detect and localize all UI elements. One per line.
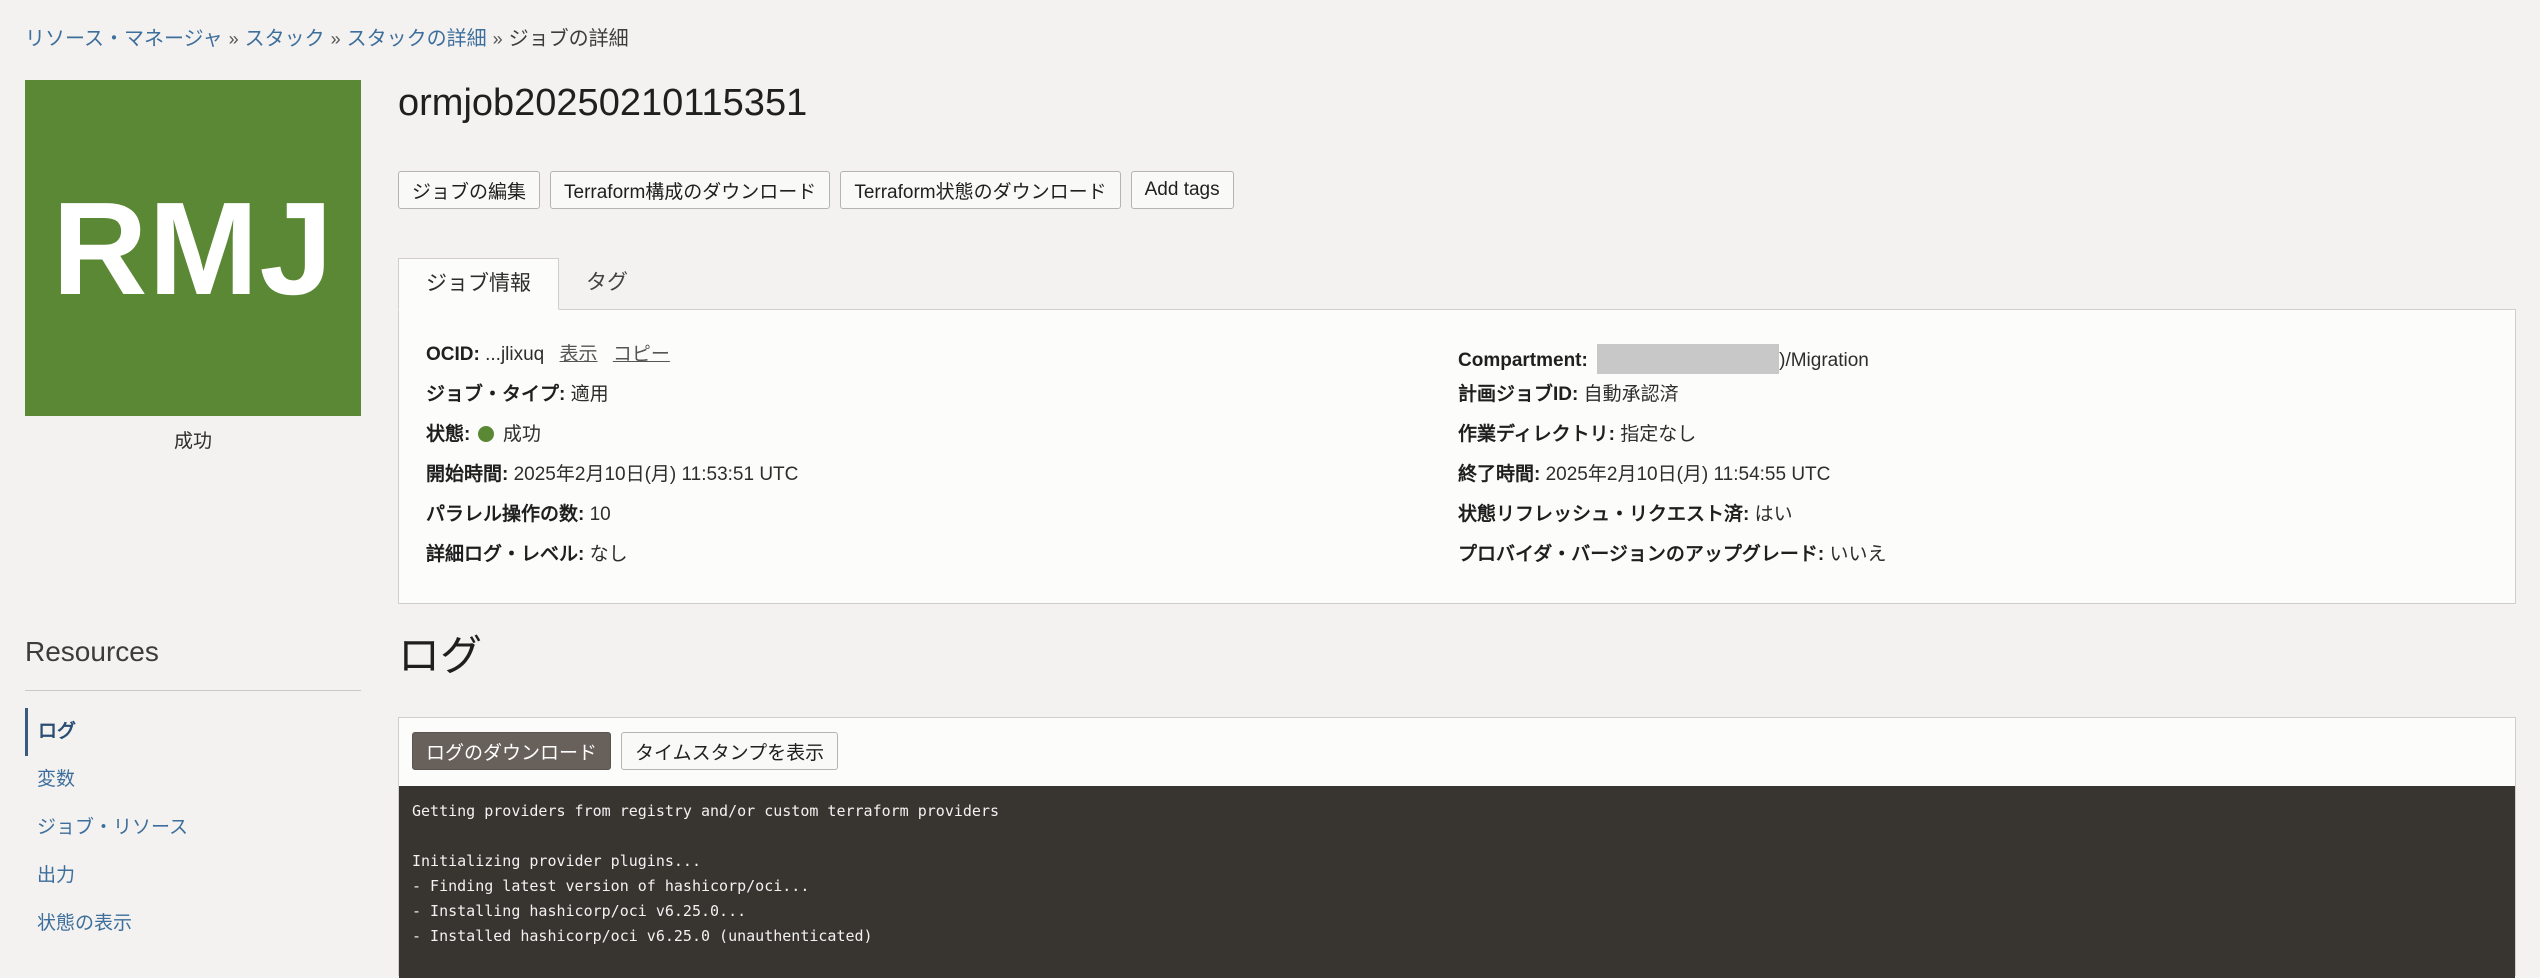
ocid-label: OCID: <box>426 344 480 365</box>
job-logo-text: RMJ <box>52 174 334 322</box>
job-info-panel: OCID: ...jlixuq 表示 コピー ジョブ・タイプ: 適用 状態: 成… <box>398 309 2516 604</box>
breadcrumb: リソース・マネージャ» スタック» スタックの詳細» ジョブの詳細 <box>25 26 629 52</box>
log-level-value: なし <box>589 544 628 565</box>
log-output[interactable]: Getting providers from registry and/or c… <box>399 786 2515 978</box>
plan-job-id-value: 自動承認済 <box>1583 384 1679 405</box>
state-value: 成功 <box>502 424 541 445</box>
job-info-left-column: OCID: ...jlixuq 表示 コピー ジョブ・タイプ: 適用 状態: 成… <box>426 344 798 584</box>
resources-item-variables[interactable]: 変数 <box>25 756 361 804</box>
breadcrumb-separator: » <box>492 29 503 49</box>
start-time-value: 2025年2月10日(月) 11:53:51 UTC <box>513 464 799 485</box>
info-row-parallelism: パラレル操作の数: 10 <box>426 504 798 544</box>
info-row-end-time: 終了時間: 2025年2月10日(月) 11:54:55 UTC <box>1458 464 1887 504</box>
job-info-right-column: Compartment: )/Migration 計画ジョブID: 自動承認済 … <box>1458 344 1887 584</box>
download-terraform-state-button[interactable]: Terraform状態のダウンロード <box>840 171 1121 209</box>
ocid-value: ...jlixuq <box>485 344 545 365</box>
breadcrumb-separator: » <box>330 29 341 49</box>
compartment-value: )/Migration <box>1779 350 1869 371</box>
state-label: 状態: <box>426 424 471 445</box>
logs-toolbar: ログのダウンロード タイムスタンプを表示 <box>412 732 839 770</box>
parallelism-label: パラレル操作の数: <box>426 504 585 525</box>
status-dot-icon <box>477 426 494 442</box>
logs-section-title: ログ <box>398 632 483 679</box>
log-line: - Finding latest version of hashicorp/oc… <box>412 877 810 895</box>
redacted-block <box>1597 344 1780 374</box>
info-row-start-time: 開始時間: 2025年2月10日(月) 11:53:51 UTC <box>426 464 798 504</box>
resources-item-outputs[interactable]: 出力 <box>25 852 361 900</box>
download-terraform-config-button[interactable]: Terraform構成のダウンロード <box>550 171 831 209</box>
info-row-provider-upgrade: プロバイダ・バージョンのアップグレード: いいえ <box>1458 544 1887 584</box>
info-row-log-level: 詳細ログ・レベル: なし <box>426 544 798 584</box>
info-row-plan-job-id: 計画ジョブID: 自動承認済 <box>1458 384 1887 424</box>
edit-job-button[interactable]: ジョブの編集 <box>398 171 541 209</box>
parallelism-value: 10 <box>589 504 611 525</box>
info-row-working-directory: 作業ディレクトリ: 指定なし <box>1458 424 1887 464</box>
info-row-job-type: ジョブ・タイプ: 適用 <box>426 384 798 424</box>
breadcrumb-stack-details[interactable]: スタックの詳細 <box>347 28 487 50</box>
log-line: Initializing provider plugins... <box>412 852 701 870</box>
log-line: - Installing hashicorp/oci v6.25.0... <box>412 902 747 920</box>
resources-item-job-resources[interactable]: ジョブ・リソース <box>25 804 361 852</box>
start-time-label: 開始時間: <box>426 464 509 485</box>
plan-job-id-label: 計画ジョブID: <box>1458 384 1579 405</box>
resources-item-logs[interactable]: ログ <box>25 708 361 756</box>
resources-title: Resources <box>25 636 159 667</box>
job-logo-tile: RMJ <box>25 80 361 416</box>
log-line: - Installed hashicorp/oci v6.25.0 (unaut… <box>412 927 873 945</box>
detail-tabs: ジョブ情報 タグ <box>398 258 655 310</box>
refresh-requested-value: はい <box>1754 504 1793 525</box>
log-level-label: 詳細ログ・レベル: <box>426 544 585 565</box>
info-row-refresh-requested: 状態リフレッシュ・リクエスト済: はい <box>1458 504 1887 544</box>
resources-nav: ログ 変数 ジョブ・リソース 出力 状態の表示 <box>25 708 361 948</box>
info-row-state: 状態: 成功 <box>426 424 798 464</box>
resources-divider <box>25 690 361 691</box>
download-logs-button[interactable]: ログのダウンロード <box>412 732 612 770</box>
provider-upgrade-label: プロバイダ・バージョンのアップグレード: <box>1458 544 1825 565</box>
info-row-compartment: Compartment: )/Migration <box>1458 344 1887 384</box>
resources-item-view-state[interactable]: 状態の表示 <box>25 900 361 948</box>
ocid-show-link[interactable]: 表示 <box>560 344 598 365</box>
info-row-ocid: OCID: ...jlixuq 表示 コピー <box>426 344 798 384</box>
end-time-label: 終了時間: <box>1458 464 1541 485</box>
working-directory-label: 作業ディレクトリ: <box>1458 424 1615 445</box>
refresh-requested-label: 状態リフレッシュ・リクエスト済: <box>1458 504 1750 525</box>
breadcrumb-separator: » <box>228 29 239 49</box>
compartment-label: Compartment: <box>1458 350 1588 371</box>
breadcrumb-resource-manager[interactable]: リソース・マネージャ <box>25 28 223 50</box>
log-line: Getting providers from registry and/or c… <box>412 802 999 820</box>
tab-tags[interactable]: タグ <box>559 258 655 310</box>
ocid-copy-link[interactable]: コピー <box>613 344 670 365</box>
logs-panel: ログのダウンロード タイムスタンプを表示 Getting providers f… <box>398 717 2516 978</box>
job-status-caption: 成功 <box>173 431 212 452</box>
provider-upgrade-value: いいえ <box>1829 544 1887 565</box>
job-type-label: ジョブ・タイプ: <box>426 384 566 405</box>
job-type-value: 適用 <box>570 384 609 405</box>
add-tags-button[interactable]: Add tags <box>1130 171 1234 209</box>
tab-job-information[interactable]: ジョブ情報 <box>398 258 559 310</box>
page-title: ormjob20250210115351 <box>398 82 808 124</box>
working-directory-value: 指定なし <box>1620 424 1697 445</box>
action-bar: ジョブの編集 Terraform構成のダウンロード Terraform状態のダウ… <box>398 171 1234 209</box>
end-time-value: 2025年2月10日(月) 11:54:55 UTC <box>1545 464 1831 485</box>
breadcrumb-stacks[interactable]: スタック <box>245 28 325 50</box>
show-timestamps-button[interactable]: タイムスタンプを表示 <box>621 732 839 770</box>
breadcrumb-current: ジョブの詳細 <box>508 28 629 50</box>
